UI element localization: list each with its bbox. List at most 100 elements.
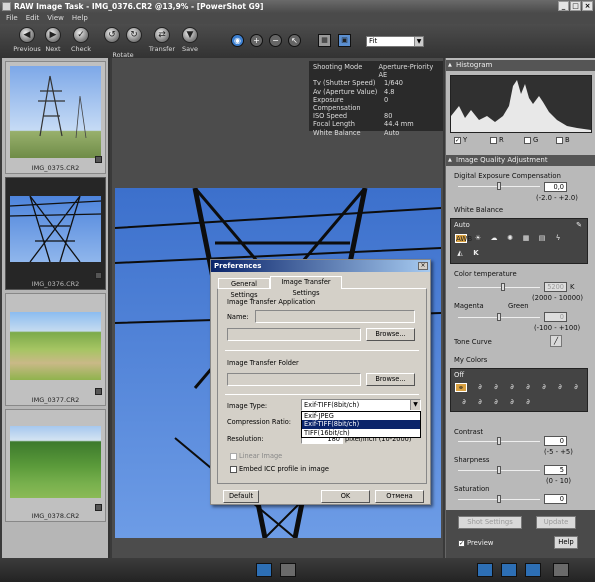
sharpness-slider[interactable] bbox=[458, 466, 540, 474]
image-type-option[interactable]: TIFF(16bit/ch) bbox=[302, 429, 420, 437]
mycolor-icon[interactable]: ∂ bbox=[491, 383, 501, 392]
help-button[interactable]: Help bbox=[554, 536, 578, 549]
wb-tungsten-icon[interactable]: ✺ bbox=[505, 234, 515, 243]
contrast-slider[interactable] bbox=[458, 437, 540, 445]
rotate-right-button[interactable]: ↻ bbox=[119, 27, 149, 45]
cancel-button[interactable]: Отмена bbox=[375, 490, 424, 503]
thumbnail-item[interactable]: IMG_0375.CR2 bbox=[5, 61, 106, 174]
hist-channel-b[interactable]: B bbox=[556, 136, 570, 144]
mycolor-icon[interactable]: ∂ bbox=[523, 383, 533, 392]
grid-button[interactable] bbox=[501, 563, 517, 577]
thumbnail-item[interactable]: IMG_0378.CR2 bbox=[5, 409, 106, 522]
menu-view[interactable]: View bbox=[47, 13, 64, 24]
checkbox[interactable] bbox=[490, 136, 497, 144]
hist-channel-g[interactable]: G bbox=[524, 136, 538, 144]
compare-button[interactable] bbox=[525, 563, 541, 577]
check-mark[interactable] bbox=[95, 504, 102, 511]
wb-flash-icon[interactable]: ϟ bbox=[553, 234, 563, 243]
saturation-value[interactable]: 0 bbox=[544, 494, 567, 504]
check-mark[interactable] bbox=[95, 272, 102, 279]
transfer-button[interactable]: ⇄ Transfer bbox=[147, 27, 177, 53]
minimize-button[interactable]: _ bbox=[558, 1, 569, 11]
mycolor-icon[interactable]: ∂ bbox=[507, 398, 517, 407]
linear-image-checkbox[interactable]: Linear Image bbox=[230, 452, 282, 460]
shot-settings-button[interactable]: Shot Settings bbox=[458, 516, 522, 529]
menu-file[interactable]: File bbox=[6, 13, 18, 24]
folder-path-field[interactable] bbox=[227, 373, 361, 386]
saturation-slider[interactable] bbox=[458, 495, 540, 503]
update-button[interactable]: Update bbox=[536, 516, 576, 529]
thumbnail-item-selected[interactable]: IMG_0376.CR2 bbox=[5, 177, 106, 290]
wb-kelvin-icon[interactable]: K bbox=[471, 249, 481, 258]
checkbox[interactable] bbox=[458, 539, 465, 547]
close-button[interactable]: × bbox=[582, 1, 593, 11]
chevron-down-icon[interactable]: ▼ bbox=[410, 400, 420, 410]
menu-help[interactable]: Help bbox=[72, 13, 88, 24]
view-single-button[interactable]: ◉ bbox=[231, 34, 244, 47]
fullscreen-button[interactable] bbox=[553, 563, 569, 577]
checkbox[interactable] bbox=[454, 136, 461, 144]
mycolor-off-icon[interactable]: ⚭ bbox=[455, 383, 467, 392]
menu-edit[interactable]: Edit bbox=[26, 13, 40, 24]
single-view-button[interactable] bbox=[256, 563, 272, 577]
next-button[interactable]: ▶ Next bbox=[38, 27, 68, 53]
wb-fluorescent-h-icon[interactable]: ▤ bbox=[537, 234, 547, 243]
tab-image-transfer-settings[interactable]: Image Transfer Settings bbox=[270, 276, 342, 297]
mycolor-icon[interactable]: ∂ bbox=[571, 383, 581, 392]
image-type-select[interactable]: Exif-TIFF(8bit/ch) ▼ bbox=[301, 399, 421, 411]
dialog-close-icon[interactable]: × bbox=[418, 262, 428, 270]
zoom-select[interactable]: Fit ▼ bbox=[366, 36, 424, 47]
exposure-slider[interactable] bbox=[458, 182, 540, 190]
zoom-out-button[interactable]: − bbox=[269, 34, 282, 47]
browse-app-button[interactable]: Browse... bbox=[366, 328, 415, 341]
ok-button[interactable]: OK bbox=[321, 490, 370, 503]
magenta-green-slider[interactable] bbox=[458, 313, 540, 321]
tone-curve-button[interactable]: ╱ bbox=[550, 335, 562, 347]
wb-cloudy-icon[interactable]: ☁ bbox=[489, 234, 499, 243]
preview-checkbox[interactable]: Preview bbox=[458, 539, 493, 547]
compare-view-button[interactable]: ▣ bbox=[338, 34, 351, 47]
pan-button[interactable]: ↖ bbox=[288, 34, 301, 47]
embed-icc-checkbox[interactable]: Embed ICC profile in image bbox=[230, 465, 329, 473]
checkbox[interactable] bbox=[230, 465, 237, 473]
mycolor-icon[interactable]: ∂ bbox=[459, 398, 469, 407]
tab-general-settings[interactable]: General Settings bbox=[218, 278, 270, 299]
image-type-option-selected[interactable]: Exif-TIFF(8bit/ch) bbox=[302, 420, 420, 429]
eyedropper-icon[interactable]: ✎ bbox=[574, 221, 584, 230]
full-view-button[interactable] bbox=[280, 563, 296, 577]
mycolor-icon[interactable]: ∂ bbox=[475, 398, 485, 407]
mycolor-icon[interactable]: ∂ bbox=[491, 398, 501, 407]
wb-custom-icon[interactable]: ◭ bbox=[455, 249, 465, 258]
color-temp-value[interactable]: 5200 bbox=[544, 282, 567, 292]
hist-channel-r[interactable]: R bbox=[490, 136, 504, 144]
zoom-in-button[interactable]: + bbox=[250, 34, 263, 47]
mycolor-icon[interactable]: ∂ bbox=[539, 383, 549, 392]
check-mark[interactable] bbox=[95, 388, 102, 395]
mycolor-icon[interactable]: ∂ bbox=[523, 398, 533, 407]
default-button[interactable]: Default bbox=[223, 490, 259, 503]
mycolor-icon[interactable]: ∂ bbox=[507, 383, 517, 392]
magenta-green-value[interactable]: 0 bbox=[544, 312, 567, 322]
sharpness-value[interactable]: 5 bbox=[544, 465, 567, 475]
exposure-value[interactable]: 0,0 bbox=[544, 182, 567, 192]
check-mark[interactable] bbox=[95, 156, 102, 163]
hist-channel-y[interactable]: Y bbox=[454, 136, 467, 144]
histogram-header[interactable]: Histogram bbox=[446, 60, 595, 71]
mycolor-icon[interactable]: ∂ bbox=[475, 383, 485, 392]
image-type-option[interactable]: Exif-JPEG bbox=[302, 412, 420, 420]
thumbnail-item[interactable]: IMG_0377.CR2 bbox=[5, 293, 106, 406]
checkbox[interactable] bbox=[556, 136, 563, 144]
checkbox[interactable] bbox=[230, 452, 237, 460]
wb-auto-icon[interactable]: AWB bbox=[455, 234, 472, 243]
grid-view-button[interactable]: ▦ bbox=[318, 34, 331, 47]
wb-daylight-icon[interactable]: ☀ bbox=[473, 234, 483, 243]
checkbox[interactable] bbox=[524, 136, 531, 144]
info-button[interactable] bbox=[477, 563, 493, 577]
mycolor-icon[interactable]: ∂ bbox=[555, 383, 565, 392]
color-temp-slider[interactable] bbox=[458, 283, 540, 291]
app-path-field[interactable] bbox=[227, 328, 361, 341]
browse-folder-button[interactable]: Browse... bbox=[366, 373, 415, 386]
save-button[interactable]: ▼ Save bbox=[175, 27, 205, 53]
wb-fluorescent-icon[interactable]: ▦ bbox=[521, 234, 531, 243]
contrast-value[interactable]: 0 bbox=[544, 436, 567, 446]
